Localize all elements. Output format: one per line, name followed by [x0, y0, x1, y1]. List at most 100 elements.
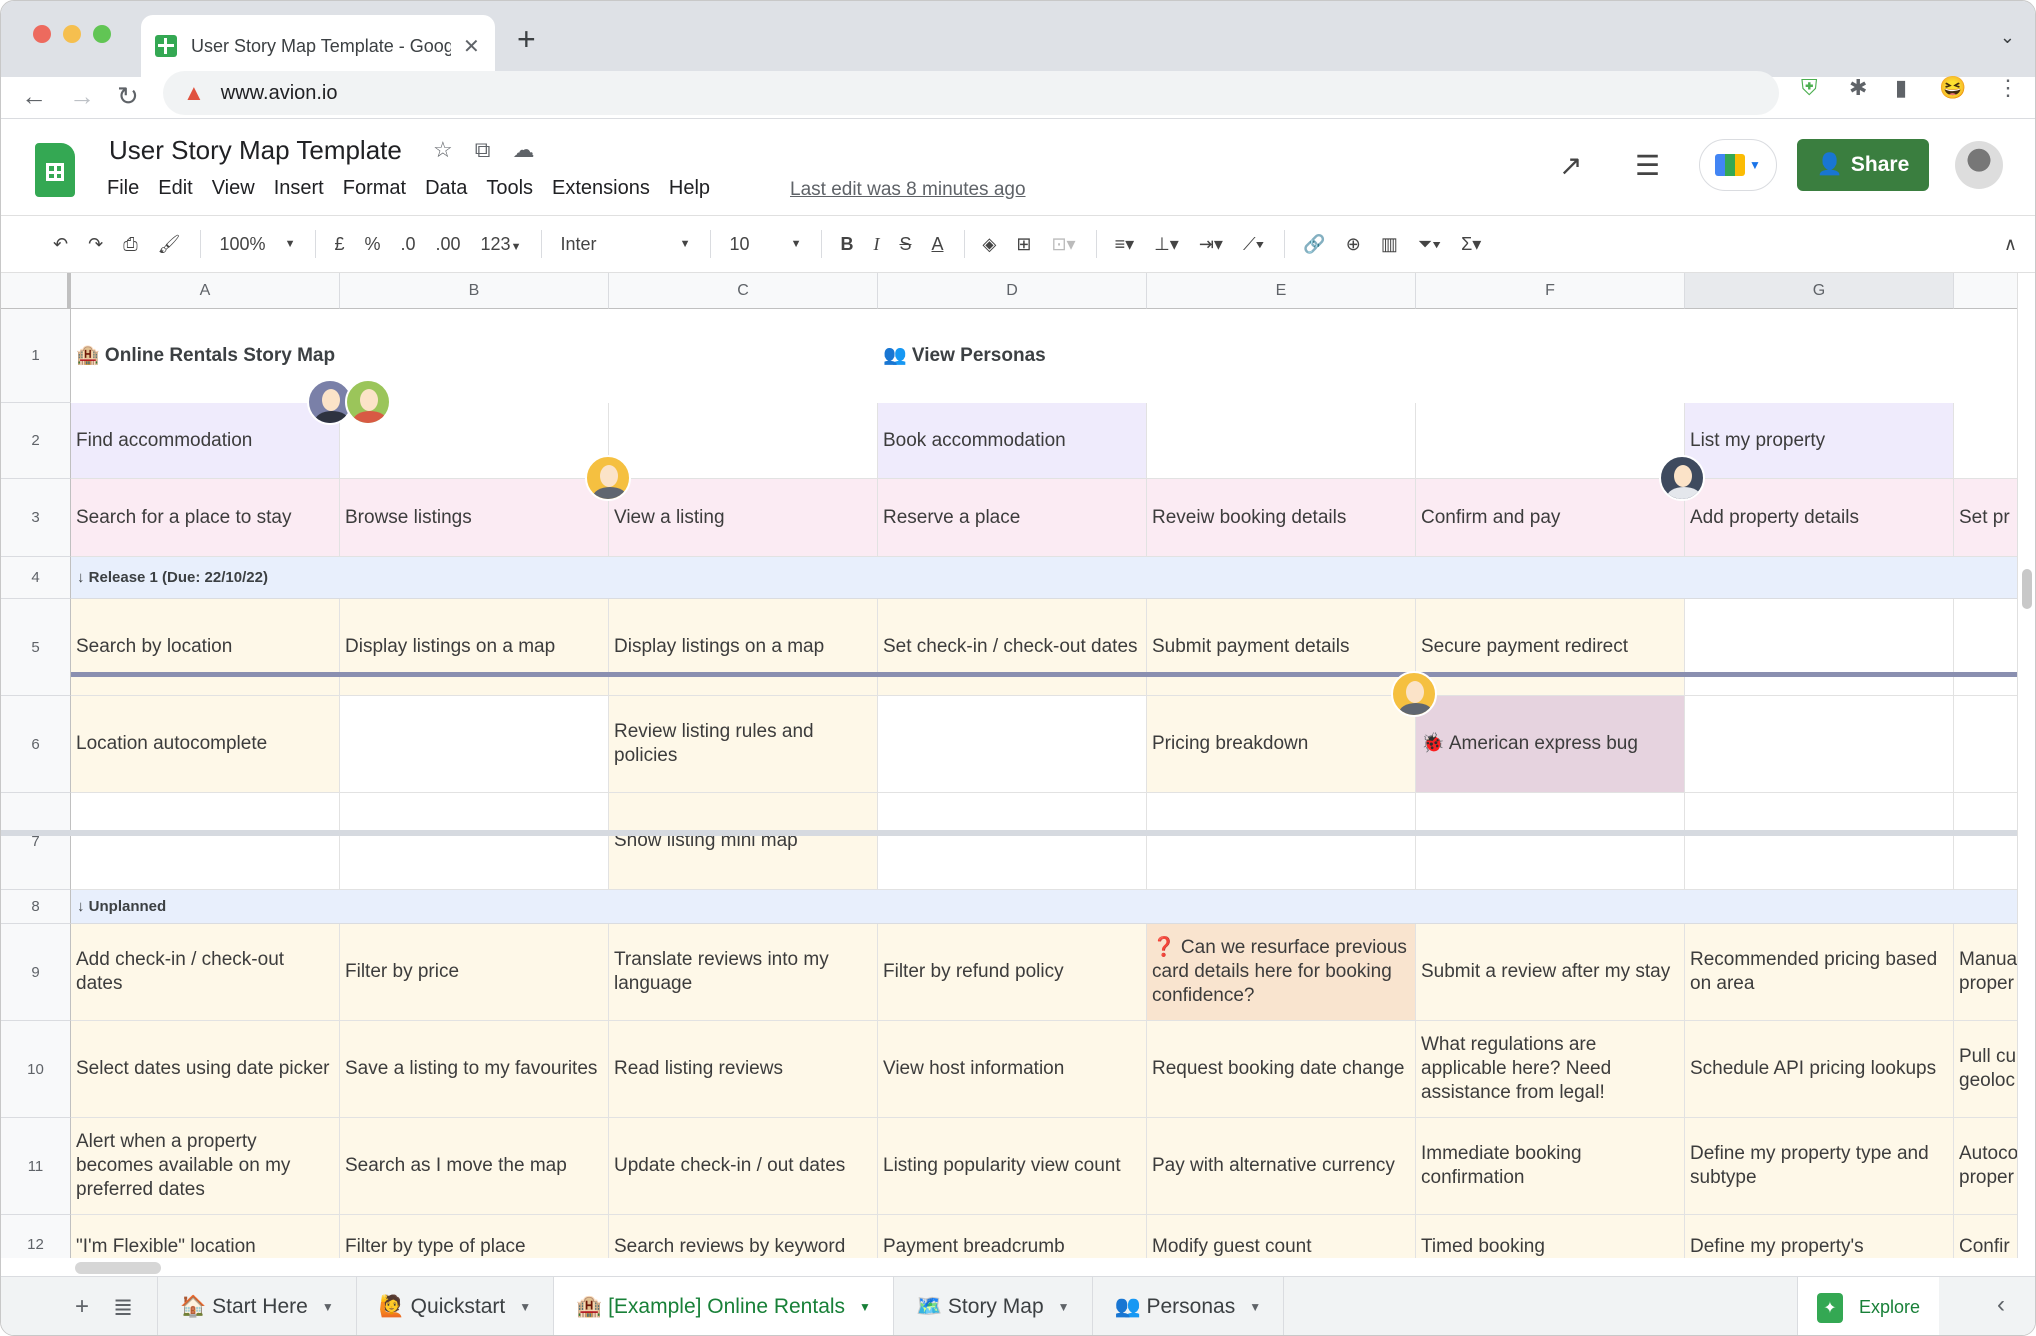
persona-avatar-woman[interactable]	[345, 379, 391, 425]
add-sheet-icon[interactable]: +	[75, 1293, 89, 1321]
forward-arrow-icon[interactable]: →	[69, 81, 95, 112]
column-header-h[interactable]	[1954, 273, 2019, 309]
more-formats-button[interactable]: 123▼	[481, 234, 522, 255]
menu-format[interactable]: Format	[343, 177, 406, 200]
row-header-11[interactable]: 11	[1, 1118, 71, 1215]
row-header-2[interactable]: 2	[1, 403, 71, 479]
story-card-cell[interactable]: Autoco proper	[1954, 1118, 2019, 1215]
story-card-cell[interactable]: Translate reviews into my language	[609, 924, 878, 1021]
story-card-cell[interactable]: Display listings on a map	[609, 599, 878, 696]
undo-icon[interactable]: ↶	[53, 234, 68, 255]
story-card-cell[interactable]: 🐞 American express bug	[1416, 696, 1685, 793]
activity-cell[interactable]	[609, 403, 878, 479]
font-family-select[interactable]: Inter ▼	[560, 234, 690, 255]
view-personas-link[interactable]: 👥 View Personas	[878, 309, 2019, 403]
story-card-cell[interactable]: "I'm Flexible" location	[71, 1215, 340, 1258]
italic-icon[interactable]: I	[873, 234, 879, 255]
functions-icon[interactable]: Σ▾	[1461, 234, 1481, 255]
activity-cell[interactable]	[1416, 403, 1685, 479]
decrease-decimal-button[interactable]: .0	[400, 234, 415, 255]
story-card-cell[interactable]	[1954, 793, 2019, 890]
sheet-tab-online-rentals[interactable]: 🏨 [Example] Online Rentals ▼	[554, 1276, 894, 1335]
profile-avatar-icon[interactable]: 😆	[1939, 75, 1966, 101]
story-card-cell[interactable]	[71, 793, 340, 890]
account-avatar[interactable]	[1955, 141, 2003, 189]
bold-icon[interactable]: B	[840, 234, 853, 255]
url-input[interactable]: ▲ www.avion.io	[163, 71, 1779, 115]
sheet-tab-personas[interactable]: 👥 Personas ▼	[1093, 1276, 1285, 1335]
story-card-cell[interactable]: Filter by price	[340, 924, 609, 1021]
column-header-c[interactable]: C	[609, 273, 878, 309]
sheet-tab-quickstart[interactable]: 🙋 Quickstart ▼	[357, 1276, 555, 1335]
story-card-cell[interactable]	[1147, 793, 1416, 890]
print-icon[interactable]: ⎙	[123, 234, 137, 255]
row-header-5[interactable]: 5	[1, 599, 71, 696]
story-card-cell[interactable]: Recommended pricing based on area	[1685, 924, 1954, 1021]
row-header-1[interactable]: 1	[1, 309, 71, 403]
story-card-cell[interactable]	[340, 793, 609, 890]
text-color-icon[interactable]: A	[931, 234, 943, 255]
unplanned-band[interactable]: ↓ Unplanned	[71, 890, 2019, 924]
comments-icon[interactable]: ☰	[1635, 149, 1660, 182]
text-wrap-icon[interactable]: ⇥▾	[1199, 234, 1223, 255]
browser-menu-icon[interactable]: ⋮	[1997, 75, 2019, 101]
story-card-cell[interactable]: Secure payment redirect	[1416, 599, 1685, 696]
new-tab-button[interactable]: +	[517, 21, 536, 58]
maximize-window-button[interactable]	[93, 25, 111, 43]
share-button[interactable]: 👤 Share	[1797, 139, 1929, 191]
story-card-cell[interactable]: Timed booking	[1416, 1215, 1685, 1258]
font-size-select[interactable]: 10 ▼	[729, 234, 801, 255]
story-card-cell[interactable]: Define my property type and subtype	[1685, 1118, 1954, 1215]
story-card-cell[interactable]: Pull cu geoloc	[1954, 1021, 2019, 1118]
increase-decimal-button[interactable]: .00	[436, 234, 461, 255]
sheets-logo-icon[interactable]	[35, 143, 75, 197]
story-card-cell[interactable]: Set check-in / check-out dates	[878, 599, 1147, 696]
activity-cell[interactable]: List my property	[1685, 403, 1954, 479]
row-header-10[interactable]: 10	[1, 1021, 71, 1118]
format-percent-button[interactable]: %	[364, 234, 380, 255]
story-card-cell[interactable]	[878, 696, 1147, 793]
step-cell[interactable]: Search for a place to stay	[71, 479, 340, 557]
borders-icon[interactable]: ⊞	[1016, 234, 1031, 255]
story-card-cell[interactable]: Pay with alternative currency	[1147, 1118, 1416, 1215]
extensions-puzzle-icon[interactable]: ✱	[1849, 75, 1867, 101]
step-cell[interactable]: View a listing	[609, 479, 878, 557]
story-card-cell[interactable]: Alert when a property becomes available …	[71, 1118, 340, 1215]
explore-button[interactable]: ✦ Explore	[1797, 1277, 1939, 1335]
last-edit-link[interactable]: Last edit was 8 minutes ago	[790, 179, 1026, 201]
story-card-cell[interactable]	[1685, 696, 1954, 793]
all-sheets-list-icon[interactable]: ≣	[113, 1293, 133, 1322]
story-card-cell[interactable]	[1685, 599, 1954, 696]
browser-tab-active[interactable]: User Story Map Template - Google Sheets …	[141, 15, 495, 77]
step-cell[interactable]: Add property details	[1685, 479, 1954, 557]
column-header-b[interactable]: B	[340, 273, 609, 309]
persona-avatar-businesswoman[interactable]	[1659, 455, 1705, 501]
redo-icon[interactable]: ↷	[88, 234, 103, 255]
menu-file[interactable]: File	[107, 177, 139, 200]
fill-color-icon[interactable]: ◈	[983, 234, 997, 255]
back-arrow-icon[interactable]: ←	[21, 81, 47, 112]
filter-icon[interactable]: ⏷▾	[1418, 234, 1441, 255]
horizontal-scrollbar[interactable]	[71, 1258, 2019, 1276]
row-header-7[interactable]: 7	[1, 793, 71, 890]
menu-view[interactable]: View	[212, 177, 255, 200]
meet-button[interactable]: ▼	[1699, 139, 1777, 191]
step-cell[interactable]: Confirm and pay	[1416, 479, 1685, 557]
story-card-cell[interactable]: Payment breadcrumb	[878, 1215, 1147, 1258]
story-card-cell[interactable]: Show listing mini map	[609, 793, 878, 890]
zoom-select[interactable]: 100% ▼	[219, 234, 295, 255]
story-card-cell[interactable]: Read listing reviews	[609, 1021, 878, 1118]
persona-avatar-guy[interactable]	[585, 455, 631, 501]
strikethrough-icon[interactable]: S	[899, 234, 911, 255]
activity-cell[interactable]	[1954, 403, 2019, 479]
story-card-cell[interactable]	[878, 793, 1147, 890]
story-card-cell[interactable]: Listing popularity view count	[878, 1118, 1147, 1215]
step-cell[interactable]: Set pr	[1954, 479, 2019, 557]
merge-cells-icon[interactable]: ⊡▾	[1051, 234, 1075, 255]
story-card-cell[interactable]: Submit payment details	[1147, 599, 1416, 696]
horizontal-scroll-thumb[interactable]	[75, 1262, 161, 1274]
story-card-cell[interactable]: Add check-in / check-out dates	[71, 924, 340, 1021]
document-title[interactable]: User Story Map Template	[109, 135, 402, 166]
close-tab-icon[interactable]: ✕	[463, 34, 480, 59]
activity-trend-icon[interactable]: ↗	[1559, 149, 1582, 182]
